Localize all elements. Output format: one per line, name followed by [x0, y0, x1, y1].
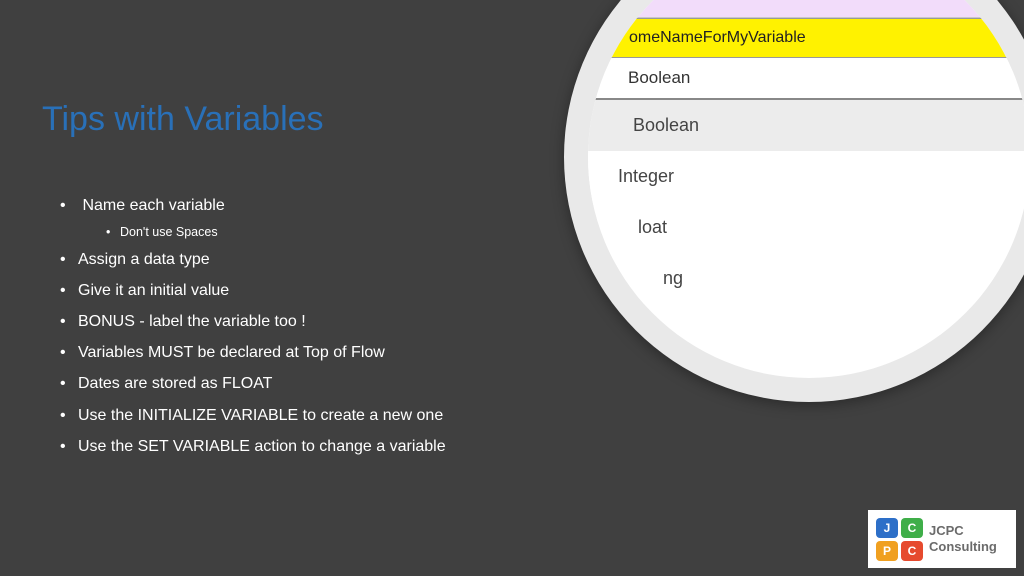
variable-name-field[interactable]: omeNameForMyVariable	[588, 18, 1024, 58]
logo-tile-p: P	[876, 541, 898, 561]
type-option-string[interactable]: ng	[588, 253, 1024, 304]
logo-tiles: J C P C	[876, 518, 923, 561]
bullet-list: Name each variable Don't use Spaces Assi…	[60, 190, 446, 462]
logo-line2: Consulting	[929, 539, 997, 555]
sub-bullet-item: Don't use Spaces	[106, 221, 446, 244]
type-option-float[interactable]: loat	[588, 202, 1024, 253]
slide-title: Tips with Variables	[42, 100, 324, 139]
magnifier-circle: omeNameForMyVariable Boolean Boolean Int…	[564, 0, 1024, 402]
type-option-integer[interactable]: Integer	[588, 151, 1024, 202]
bullet-item: Name each variable Don't use Spaces	[60, 190, 446, 244]
logo-tile-j: J	[876, 518, 898, 538]
sub-bullet-list: Don't use Spaces	[106, 221, 446, 244]
jcpc-logo: J C P C JCPC Consulting	[868, 510, 1016, 568]
logo-text: JCPC Consulting	[929, 523, 997, 556]
bullet-item: Use the INITIALIZE VARIABLE to create a …	[60, 400, 446, 431]
bullet-item: Assign a data type	[60, 244, 446, 275]
bullet-item: Use the SET VARIABLE action to change a …	[60, 431, 446, 462]
logo-line1: JCPC	[929, 523, 997, 539]
bullet-item: Give it an initial value	[60, 275, 446, 306]
logo-tile-c: C	[901, 518, 923, 538]
variable-panel: omeNameForMyVariable Boolean Boolean Int…	[588, 0, 1024, 304]
bullet-text: Name each variable	[82, 197, 224, 214]
panel-header	[588, 0, 1024, 18]
type-option-boolean[interactable]: Boolean	[588, 100, 1024, 151]
bullet-item: Dates are stored as FLOAT	[60, 368, 446, 399]
type-dropdown[interactable]: Boolean	[588, 58, 1024, 100]
logo-tile-c2: C	[901, 541, 923, 561]
bullet-item: BONUS - label the variable too !	[60, 306, 446, 337]
magnifier-content: omeNameForMyVariable Boolean Boolean Int…	[588, 0, 1024, 378]
bullet-item: Variables MUST be declared at Top of Flo…	[60, 337, 446, 368]
